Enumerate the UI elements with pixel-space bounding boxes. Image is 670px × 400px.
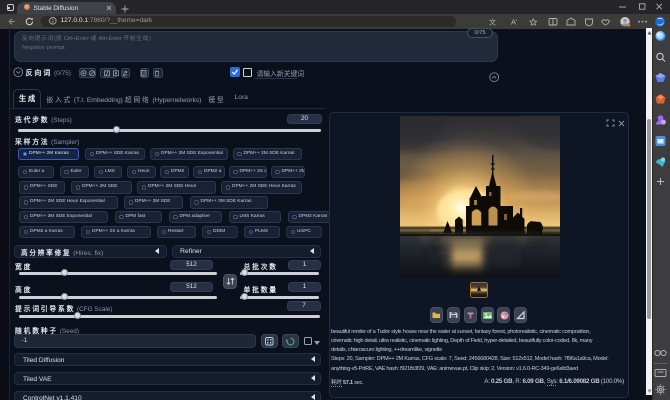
svg-text:文: 文 — [489, 18, 496, 27]
svg-text:Aʹ: Aʹ — [511, 18, 518, 27]
